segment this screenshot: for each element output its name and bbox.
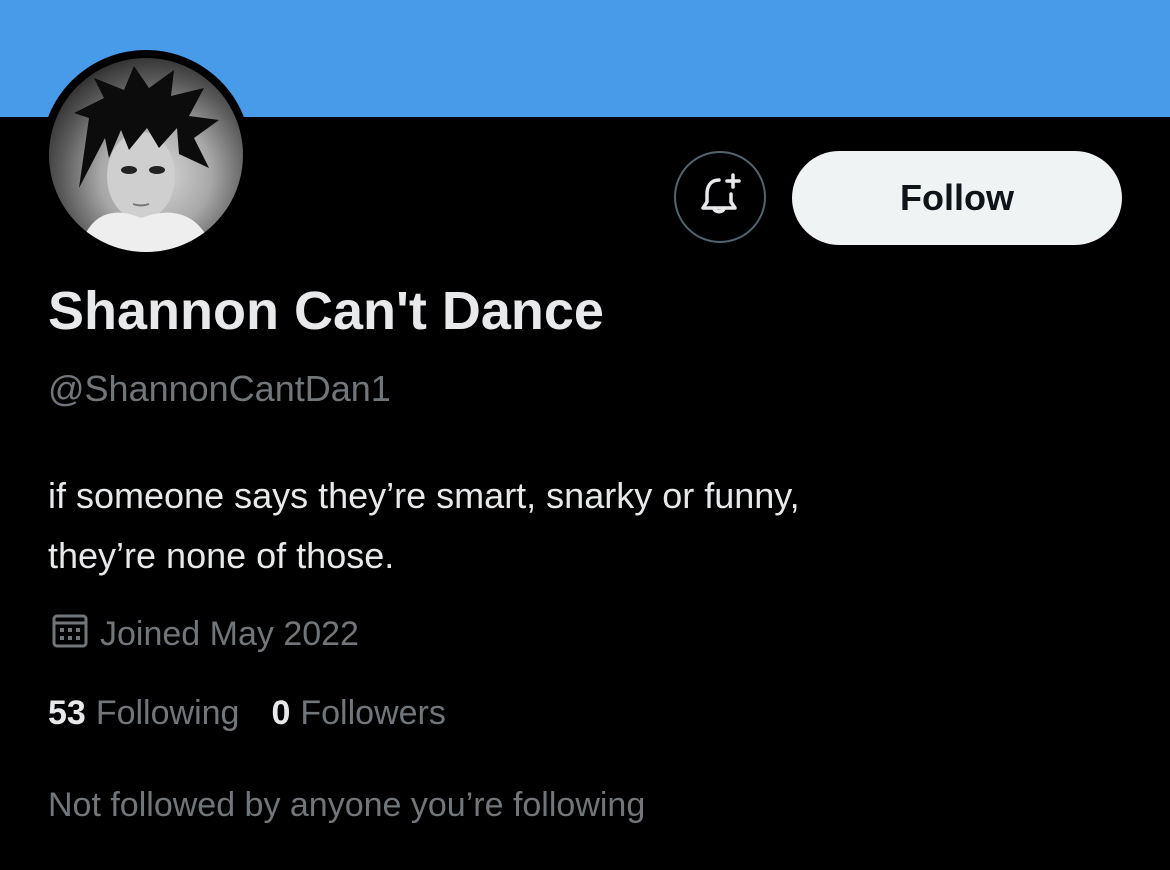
display-name: Shannon Can't Dance bbox=[48, 281, 604, 341]
followers-link[interactable]: 0 Followers bbox=[271, 694, 445, 733]
follow-button[interactable]: Follow bbox=[792, 151, 1122, 245]
following-count: 53 bbox=[48, 694, 86, 732]
following-label: Following bbox=[95, 694, 240, 732]
followers-label: Followers bbox=[300, 694, 446, 732]
joined-text: Joined May 2022 bbox=[100, 615, 359, 653]
bio-line: if someone says they’re smart, snarky or… bbox=[48, 475, 800, 516]
profile-bio: if someone says they’re smart, snarky or… bbox=[48, 466, 1108, 586]
calendar-icon bbox=[50, 610, 90, 659]
user-handle: @ShannonCantDan1 bbox=[48, 368, 391, 409]
bell-plus-icon bbox=[697, 172, 743, 223]
mutual-followers-text: Not followed by anyone you’re following bbox=[48, 786, 646, 824]
following-link[interactable]: 53 Following bbox=[48, 694, 239, 733]
follow-stats: 53 Following 0 Followers bbox=[48, 694, 446, 733]
avatar[interactable] bbox=[41, 50, 251, 260]
followers-count: 0 bbox=[271, 694, 291, 732]
bio-line: they’re none of those. bbox=[48, 535, 395, 576]
joined-date: Joined May 2022 bbox=[50, 610, 359, 659]
notifications-button[interactable] bbox=[674, 151, 766, 243]
avatar-image bbox=[49, 58, 243, 252]
